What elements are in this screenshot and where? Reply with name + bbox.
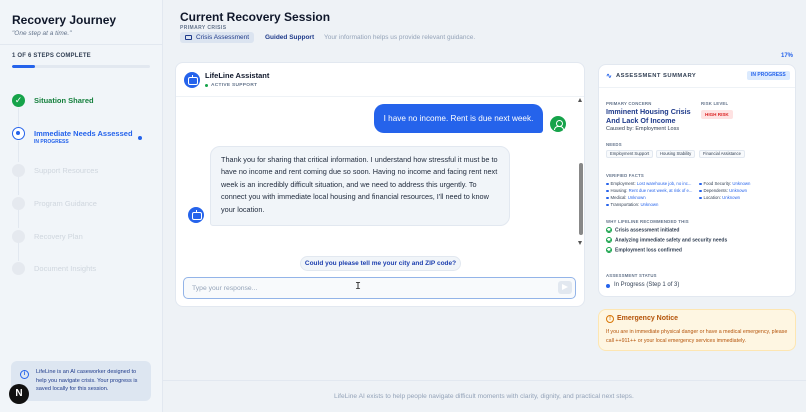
step-status: IN PROGRESS: [34, 139, 69, 145]
check-icon: ✓: [12, 94, 25, 107]
verified-facts-label: VERIFIED FACTS: [606, 173, 644, 178]
chat-input-box[interactable]: [183, 277, 576, 299]
need-tag: Employment Support: [606, 150, 654, 158]
primary-crisis-label: PRIMARY CRISIS: [180, 25, 227, 31]
pending-step-icon: [12, 262, 25, 275]
pending-step-icon: [12, 197, 25, 210]
scrollbar-thumb[interactable]: [578, 163, 583, 235]
risk-badge: HIGH RISK: [701, 110, 733, 119]
why-label: WHY LIFELINE RECOMMENDED THIS: [606, 219, 689, 224]
why-item: Crisis assessment initiated: [606, 227, 679, 233]
primary-concern: Imminent Housing Crisis And Lack Of Inco…: [606, 107, 691, 125]
need-tag: Financial Assistance: [699, 150, 745, 158]
scroll-up-icon[interactable]: [578, 98, 582, 102]
header-info-text: Your information helps us provide releva…: [324, 34, 476, 41]
step-label: Recovery Plan: [34, 232, 83, 241]
primary-concern-label: PRIMARY CONCERN: [606, 101, 652, 106]
fact-item: Food Security: Unknown: [699, 181, 750, 186]
app-badge-button[interactable]: N: [9, 384, 29, 404]
step-label: Program Guidance: [34, 199, 97, 208]
page-title: Current Recovery Session: [180, 10, 331, 24]
tag-label: Crisis Assessment: [196, 34, 250, 41]
bullet-icon: [699, 189, 702, 193]
need-tag: Housing Stability: [656, 150, 696, 158]
assessment-status-label: ASSESSMENT STATUS: [606, 273, 657, 278]
guided-support-link[interactable]: Guided Support: [265, 34, 314, 41]
check-circle-icon: [606, 227, 612, 233]
caused-by: Caused by: Employment Loss: [606, 126, 680, 132]
check-circle-icon: [606, 237, 612, 243]
emergency-text: If you are in immediate physical danger …: [606, 329, 788, 344]
scroll-down-icon[interactable]: [578, 241, 582, 245]
chat-input[interactable]: [192, 282, 552, 294]
fact-item: Dependents: Unknown: [699, 188, 747, 193]
pending-step-icon: [12, 230, 25, 243]
send-button[interactable]: [558, 281, 572, 294]
sidebar-info-text: LifeLine is an AI caseworker designed to…: [36, 369, 138, 392]
fact-item: Transportation: Unknown: [606, 202, 658, 207]
assessment-status: In Progress (Step 1 of 3): [614, 282, 680, 288]
sidebar-tagline: "One step at a time.": [12, 30, 72, 37]
progress-bar: [12, 65, 150, 68]
bullet-icon: [699, 196, 702, 200]
bullet-icon: [606, 189, 609, 193]
step-label: Situation Shared: [34, 96, 94, 105]
bot-icon: [184, 72, 200, 88]
why-item: Employment loss confirmed: [606, 247, 682, 253]
sidebar-divider: [0, 44, 163, 45]
fact-item: Medical: Unknown: [606, 195, 646, 200]
bullet-icon: [606, 182, 609, 186]
step-connector: [18, 209, 19, 228]
bot-icon: [188, 207, 204, 223]
crisis-assessment-tag[interactable]: Crisis Assessment: [180, 32, 255, 43]
suggested-reply-button[interactable]: Could you please tell me your city and Z…: [300, 256, 461, 271]
info-icon: i: [20, 370, 29, 379]
risk-level-label: RISK LEVEL: [701, 101, 729, 106]
step-connector: [18, 242, 19, 261]
why-item: Analyzing immediate safety and security …: [606, 237, 727, 243]
status-dot-icon: [606, 284, 610, 288]
assistant-message: Thank you for sharing that critical info…: [210, 146, 510, 226]
user-message: I have no income. Rent is due next week.: [374, 104, 543, 133]
fact-item: Employment: Lost warehouse job, no inc..…: [606, 181, 691, 186]
progress-label: 1 OF 6 STEPS COMPLETE: [12, 53, 91, 59]
fact-item: Housing: Rent due next week, at risk of …: [606, 188, 692, 193]
sidebar-info-box: i LifeLine is an AI caseworker designed …: [11, 361, 151, 401]
step-connector: [18, 141, 19, 162]
clipboard-icon: [185, 35, 192, 40]
fact-item: Location: Unknown: [699, 195, 740, 200]
alert-icon: !: [606, 315, 614, 323]
assessment-title: ASSESSMENT SUMMARY: [616, 73, 697, 79]
assistant-name: LifeLine Assistant: [205, 71, 270, 80]
assistant-status: ACTIVE SUPPORT: [211, 83, 258, 88]
step-label: Immediate Needs Assessed: [34, 129, 133, 138]
needs-label: NEEDS: [606, 142, 622, 147]
status-dot-icon: [205, 84, 208, 87]
footer-text: LifeLine AI exists to help people naviga…: [334, 393, 634, 400]
chat-scrollbar[interactable]: [578, 98, 583, 245]
user-icon: [550, 116, 566, 132]
step-connector: [18, 108, 19, 128]
progress-percent: 17%: [780, 53, 793, 59]
chat-header-divider: [176, 96, 584, 97]
pending-step-icon: [12, 164, 25, 177]
text-cursor-icon: I: [355, 281, 362, 292]
emergency-title: Emergency Notice: [617, 315, 679, 322]
active-step-icon: [12, 127, 25, 140]
status-badge: IN PROGRESS: [747, 71, 790, 80]
assessment-divider: [599, 87, 795, 88]
step-label: Support Resources: [34, 166, 99, 175]
bullet-icon: [699, 182, 702, 186]
progress-bar-fill: [12, 65, 36, 68]
check-circle-icon: [606, 247, 612, 253]
step-connector: [18, 176, 19, 195]
sidebar-title: Recovery Journey: [12, 13, 117, 27]
active-indicator-dot: [138, 136, 142, 140]
activity-icon: ∿: [606, 73, 612, 80]
bullet-icon: [606, 203, 609, 207]
bullet-icon: [606, 196, 609, 200]
step-label: Document Insights: [34, 264, 97, 273]
